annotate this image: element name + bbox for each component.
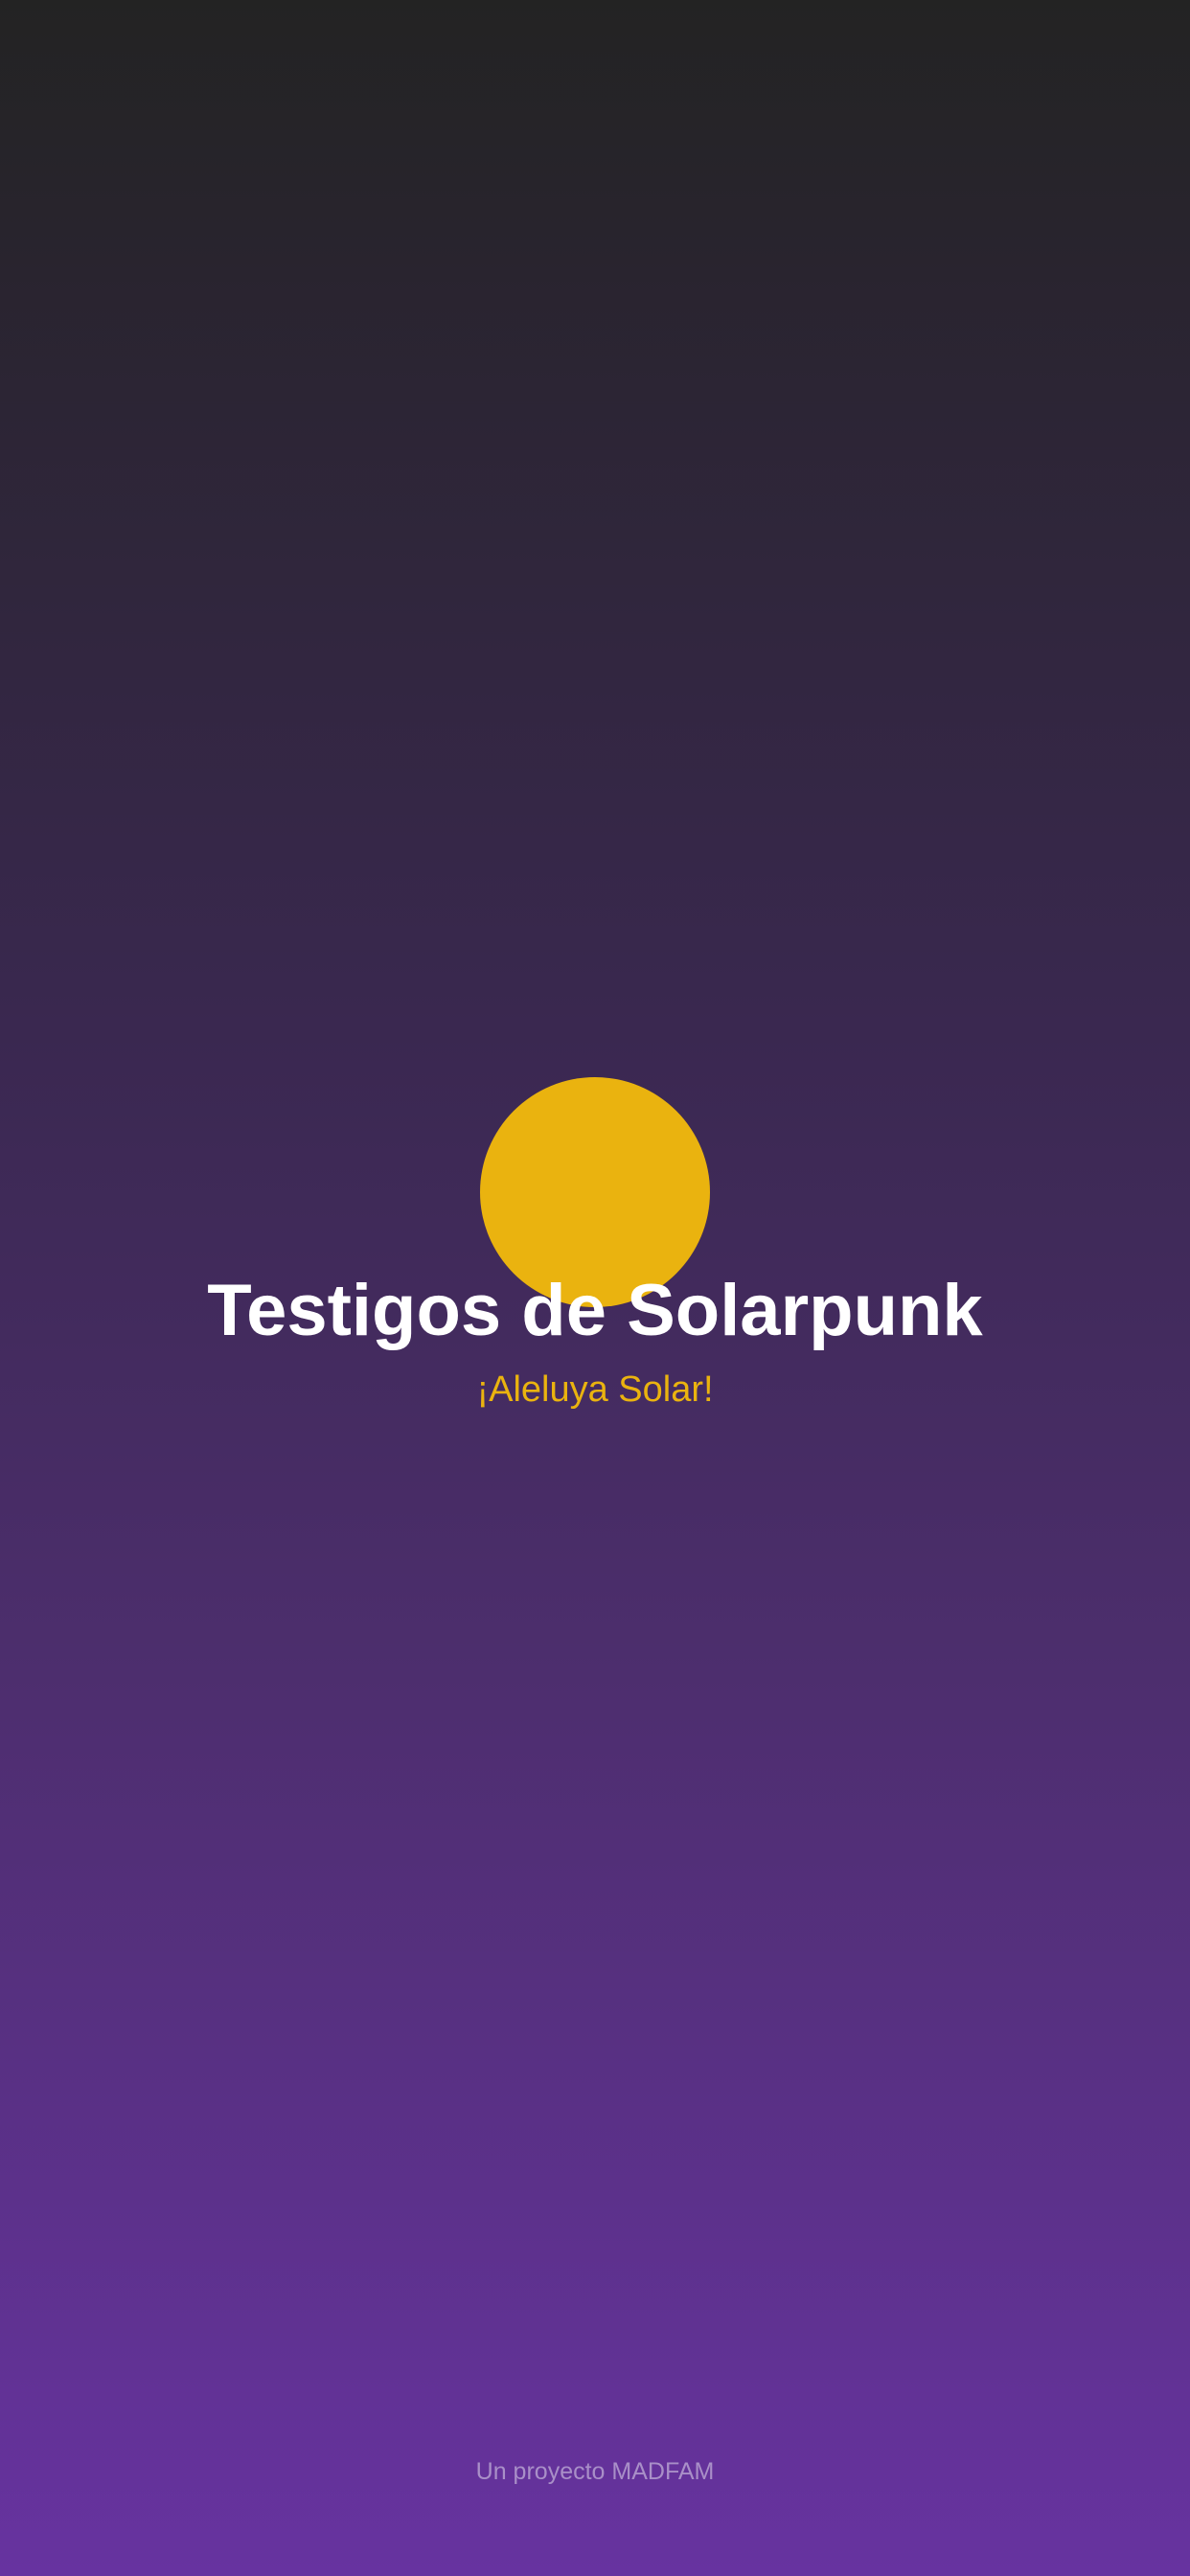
splash-screen: Testigos de Solarpunk ¡Aleluya Solar! Un… <box>0 0 1190 2576</box>
footer-credit: Un proyecto MADFAM <box>475 2458 715 2485</box>
app-title: Testigos de Solarpunk <box>207 1270 983 1351</box>
app-subtitle: ¡Aleluya Solar! <box>476 1369 714 1410</box>
